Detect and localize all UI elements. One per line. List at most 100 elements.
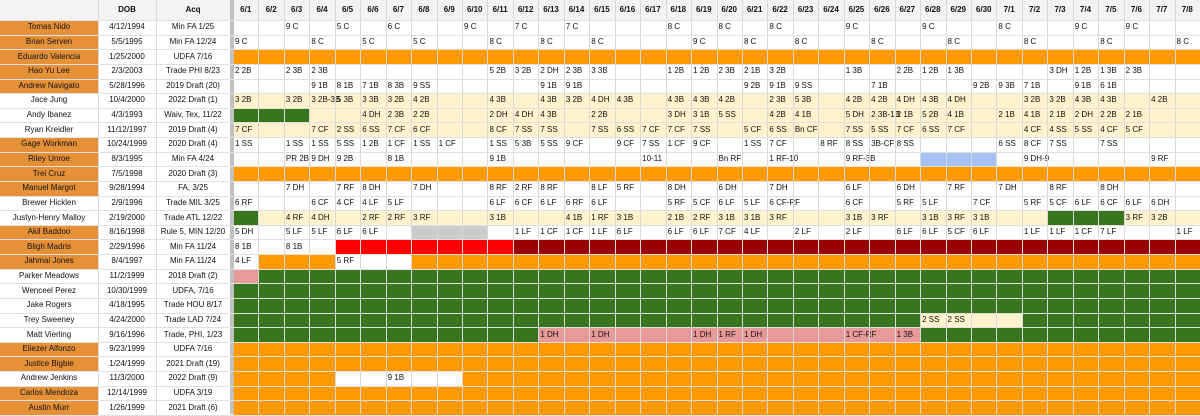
game-entry[interactable]: 2 LF (793, 225, 839, 240)
game-entry[interactable]: 8 C (767, 20, 813, 35)
header-date[interactable]: 6/3 (283, 0, 310, 20)
game-entry[interactable]: 5 DH (233, 225, 279, 240)
player-dob[interactable]: 5/28/1996 (98, 78, 156, 94)
player-name[interactable]: Trei Cruz (0, 166, 98, 181)
player-dob[interactable]: 11/2/1999 (98, 268, 156, 284)
header-date[interactable]: 6/2 (258, 0, 284, 20)
header-date[interactable]: 6/17 (640, 0, 666, 20)
game-entry[interactable]: 8 1B (233, 239, 279, 254)
game-entry[interactable]: 3 2B (233, 93, 279, 108)
game-entry[interactable]: 9 SS (411, 79, 457, 94)
game-entry[interactable]: 1 DH (742, 327, 788, 342)
game-entry[interactable]: 3 RF (869, 210, 915, 225)
game-entry[interactable]: 9 SS (793, 79, 839, 94)
header-date[interactable]: 7/8 (1174, 0, 1200, 20)
header-date[interactable]: 6/12 (512, 0, 539, 20)
game-entry[interactable]: 9 C (1124, 20, 1170, 35)
player-acq[interactable]: 2021 Draft (19) (156, 356, 230, 372)
player-dob[interactable]: 11/12/1997 (98, 122, 156, 138)
game-entry[interactable]: 6 LF (360, 225, 406, 240)
game-entry[interactable]: 7 SS (1047, 137, 1093, 152)
header-date[interactable]: 6/26 (869, 0, 895, 20)
game-entry[interactable]: 7 SS (1098, 137, 1144, 152)
game-entry[interactable]: 1 DH (538, 327, 584, 342)
game-entry[interactable]: 9 C (284, 20, 330, 35)
game-entry[interactable]: 2 3B (309, 64, 355, 79)
game-entry[interactable]: 2 2B (411, 108, 457, 123)
player-acq[interactable]: Min FA 12/24 (156, 34, 230, 50)
player-dob[interactable]: 8/3/1995 (98, 151, 156, 167)
header-date[interactable]: 6/23 (792, 0, 819, 20)
game-entry[interactable]: 7 CF (946, 122, 992, 137)
header-acq[interactable]: Acq (156, 0, 230, 20)
player-acq[interactable]: 2022 Draft (9) (156, 371, 230, 386)
game-entry[interactable]: 9 C (233, 35, 279, 50)
game-entry[interactable]: 3 1B (487, 210, 533, 225)
header-date[interactable]: 6/8 (411, 0, 437, 20)
game-entry[interactable]: 6 LF (589, 196, 635, 211)
game-entry[interactable]: 1 3B (895, 327, 941, 342)
game-entry[interactable]: 4 LF (742, 225, 788, 240)
game-entry[interactable]: 5 RF (335, 254, 381, 269)
game-entry[interactable]: 8 C (717, 20, 763, 35)
player-dob[interactable]: 2/3/2003 (98, 63, 156, 79)
player-dob[interactable]: 8/4/1997 (98, 254, 156, 269)
player-name[interactable]: Bligh Madris (0, 239, 98, 255)
player-dob[interactable]: 5/5/1995 (98, 34, 156, 50)
player-acq[interactable]: 2018 Draft (2) (156, 268, 230, 284)
game-entry[interactable]: 6 RF (233, 196, 279, 211)
game-entry[interactable]: 3 1B (615, 210, 661, 225)
game-entry[interactable]: 7 SS (538, 122, 584, 137)
game-entry[interactable]: 8 C (666, 20, 712, 35)
game-entry[interactable]: 2 3B (1124, 64, 1170, 79)
game-entry[interactable]: 2 2B (233, 64, 279, 79)
game-entry[interactable]: 6 C (386, 20, 432, 35)
player-name[interactable]: Justice Bigbie (0, 356, 98, 372)
game-entry[interactable]: 3 1B (971, 210, 1017, 225)
player-name[interactable]: Jace Jung (0, 93, 98, 108)
player-name[interactable]: Riley Unroe (0, 151, 98, 167)
header-date[interactable]: 6/29 (945, 0, 971, 20)
game-entry[interactable]: 4 DH (309, 210, 355, 225)
player-name[interactable]: Ryan Kreidler (0, 122, 98, 138)
header-date[interactable]: 7/7 (1149, 0, 1175, 20)
game-entry[interactable]: 2 LF (844, 225, 890, 240)
player-name[interactable]: Andrew Navigato (0, 78, 98, 94)
header-date[interactable]: 6/4 (309, 0, 335, 20)
header-date[interactable]: 6/19 (691, 0, 717, 20)
game-entry[interactable]: 8 DH (360, 181, 406, 196)
game-entry[interactable]: Bn RF (717, 152, 763, 167)
player-name[interactable]: Andy Ibanez (0, 107, 98, 123)
game-entry[interactable]: 6 DH (717, 181, 763, 196)
header-date[interactable]: 6/15 (589, 0, 615, 20)
game-entry[interactable]: 4 LF (233, 254, 279, 269)
game-entry[interactable]: 5 LF (386, 196, 432, 211)
player-name[interactable]: Eliezer Alfonzo (0, 341, 98, 357)
game-entry[interactable]: 7 DH (284, 181, 330, 196)
player-acq[interactable]: Min FA 4/24 (156, 151, 230, 167)
game-entry[interactable]: 7 LF (1098, 225, 1144, 240)
game-entry[interactable]: 8 C (1098, 35, 1144, 50)
game-entry[interactable]: 7 CF (233, 122, 279, 137)
player-acq[interactable]: Min FA 11/24 (156, 254, 230, 269)
game-entry[interactable]: 1 3B (844, 64, 890, 79)
game-entry[interactable]: 9 CF (564, 137, 610, 152)
game-entry[interactable]: 9 1B (487, 152, 533, 167)
game-entry[interactable]: 7 CF (767, 137, 813, 152)
game-entry[interactable]: 9 C (691, 35, 737, 50)
game-entry[interactable]: 6 DH (895, 181, 941, 196)
header-date[interactable]: 6/6 (360, 0, 386, 20)
player-acq[interactable]: UDFA 7/16 (156, 341, 230, 357)
header-name-col[interactable] (0, 0, 98, 20)
header-date[interactable]: 6/16 (614, 0, 641, 20)
game-entry[interactable]: 9 C (1073, 20, 1119, 35)
game-entry[interactable]: 1 LF (1175, 225, 1200, 240)
header-date[interactable]: 6/28 (920, 0, 946, 20)
player-name[interactable]: Manuel Margot (0, 180, 98, 196)
header-date[interactable]: 6/14 (563, 0, 590, 20)
player-acq[interactable]: FA, 3/25 (156, 180, 230, 196)
game-entry[interactable]: 4 1B (946, 108, 992, 123)
game-entry[interactable]: 1 DH (589, 327, 635, 342)
header-date[interactable]: 7/5 (1098, 0, 1124, 20)
game-entry[interactable]: 8 C (793, 35, 839, 50)
